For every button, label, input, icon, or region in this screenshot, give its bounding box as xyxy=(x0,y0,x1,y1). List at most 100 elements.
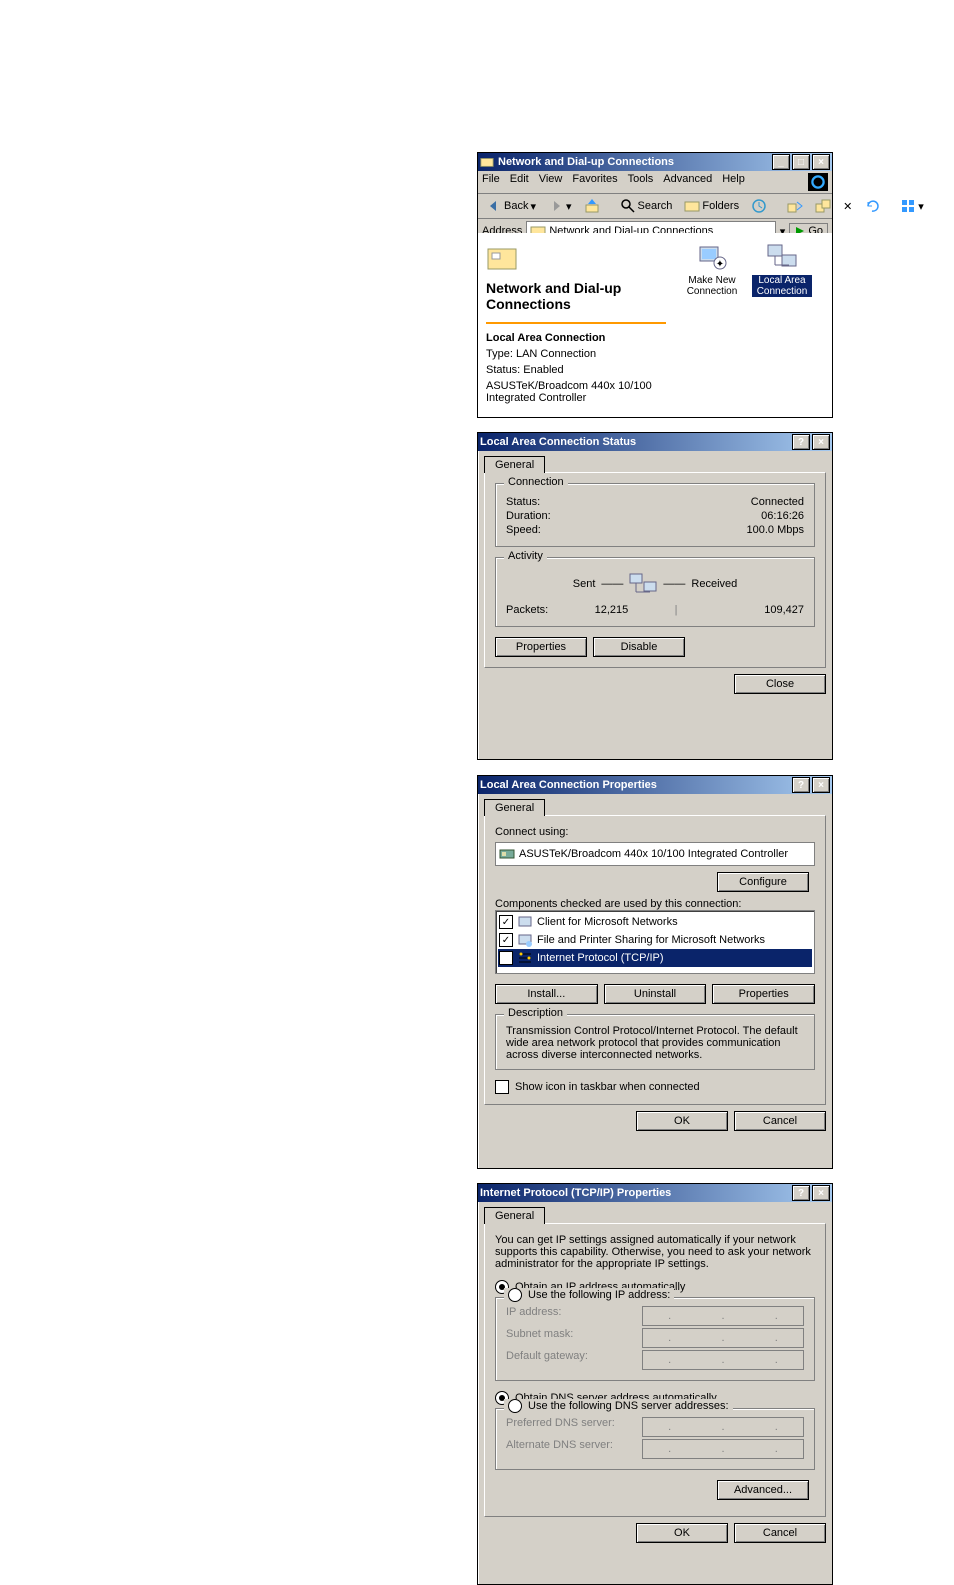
radio-icon[interactable] xyxy=(508,1399,522,1413)
titlebar[interactable]: Local Area Connection Status ? × xyxy=(478,433,832,451)
checkbox-icon[interactable]: ✓ xyxy=(499,951,513,965)
ok-button[interactable]: OK xyxy=(636,1111,728,1131)
duration-label: Duration: xyxy=(506,510,551,522)
throbber-icon xyxy=(808,173,828,191)
menu-file[interactable]: File xyxy=(482,173,500,191)
menu-favorites[interactable]: Favorites xyxy=(572,173,617,191)
description-text: Transmission Control Protocol/Internet P… xyxy=(506,1025,804,1061)
network-connections-window: Network and Dial-up Connections _ □ × Fi… xyxy=(477,152,833,418)
explorer-body: Network and Dial-up Connections Local Ar… xyxy=(478,233,832,417)
pdns-input: ... xyxy=(642,1417,804,1437)
local-area-connection[interactable]: Local Area Connection xyxy=(752,241,812,297)
component-tcpip[interactable]: ✓Internet Protocol (TCP/IP) xyxy=(498,949,812,967)
properties-button[interactable]: Properties xyxy=(495,637,587,657)
search-button[interactable]: Search xyxy=(616,196,677,216)
history-button[interactable] xyxy=(747,196,771,216)
checkbox-icon[interactable]: ✓ xyxy=(499,915,513,929)
menu-tools[interactable]: Tools xyxy=(628,173,654,191)
delete-icon[interactable]: ✕ xyxy=(839,198,856,215)
folder-large-icon xyxy=(486,241,518,273)
install-button[interactable]: Install... xyxy=(495,984,598,1004)
titlebar[interactable]: Internet Protocol (TCP/IP) Properties ? … xyxy=(478,1184,832,1202)
close-button[interactable]: × xyxy=(812,154,830,170)
menu-advanced[interactable]: Advanced xyxy=(663,173,712,191)
adapter-field: ASUSTeK/Broadcom 440x 10/100 Integrated … xyxy=(495,842,815,866)
gateway-label: Default gateway: xyxy=(506,1350,636,1370)
adns-label: Alternate DNS server: xyxy=(506,1439,636,1459)
undo-icon[interactable] xyxy=(860,196,884,216)
disable-button[interactable]: Disable xyxy=(593,637,685,657)
menu-edit[interactable]: Edit xyxy=(510,173,529,191)
tab-general[interactable]: General xyxy=(484,1207,545,1224)
activity-group: Activity Sent —— —— Received Packets: 12… xyxy=(495,557,815,627)
help-button[interactable]: ? xyxy=(792,434,810,450)
ok-button[interactable]: OK xyxy=(636,1523,728,1543)
close-button[interactable]: × xyxy=(812,434,830,450)
help-button[interactable]: ? xyxy=(792,777,810,793)
mask-input: ... xyxy=(642,1328,804,1348)
help-button[interactable]: ? xyxy=(792,1185,810,1201)
duration-value: 06:16:26 xyxy=(761,510,804,522)
menu-help[interactable]: Help xyxy=(722,173,745,191)
checkbox-icon[interactable] xyxy=(495,1080,509,1094)
packets-received: 109,427 xyxy=(678,604,804,616)
line-icon: —— xyxy=(601,578,623,590)
show-icon-label: Show icon in taskbar when connected xyxy=(515,1081,700,1093)
tabpage-general: You can get IP settings assigned automat… xyxy=(484,1223,826,1517)
maximize-button[interactable]: □ xyxy=(792,154,810,170)
manual-dns-group: Use the following DNS server addresses: … xyxy=(495,1408,815,1470)
make-new-connection[interactable]: ✦ Make New Connection xyxy=(682,241,742,297)
properties-button[interactable]: Properties xyxy=(712,984,815,1004)
speed-label: Speed: xyxy=(506,524,541,536)
close-button[interactable]: × xyxy=(812,1185,830,1201)
side-device: ASUSTeK/Broadcom 440x 10/100 Integrated … xyxy=(486,380,666,404)
configure-button[interactable]: Configure xyxy=(717,872,809,892)
menubar: File Edit View Favorites Tools Advanced … xyxy=(478,171,832,194)
adns-input: ... xyxy=(642,1439,804,1459)
window-title: Network and Dial-up Connections xyxy=(498,156,772,168)
close-button[interactable]: × xyxy=(812,777,830,793)
status-label: Status: xyxy=(506,496,540,508)
components-label: Components checked are used by this conn… xyxy=(495,898,815,910)
up-button[interactable] xyxy=(580,196,604,216)
cancel-button[interactable]: Cancel xyxy=(734,1111,826,1131)
ip-label: IP address: xyxy=(506,1306,636,1326)
speed-value: 100.0 Mbps xyxy=(747,524,804,536)
forward-button[interactable]: ▾ xyxy=(544,196,576,216)
uninstall-button[interactable]: Uninstall xyxy=(604,984,707,1004)
component-fileshare[interactable]: ✓File and Printer Sharing for Microsoft … xyxy=(498,931,812,949)
components-list[interactable]: ✓Client for Microsoft Networks ✓File and… xyxy=(495,910,815,974)
cancel-button[interactable]: Cancel xyxy=(734,1523,826,1543)
moveto-icon[interactable] xyxy=(783,196,807,216)
folders-button[interactable]: Folders xyxy=(680,196,743,216)
advanced-button[interactable]: Advanced... xyxy=(717,1480,809,1500)
computers-icon xyxy=(629,572,657,596)
radio-icon[interactable] xyxy=(508,1288,522,1302)
radio-use-dns[interactable]: Use the following DNS server addresses: xyxy=(508,1399,729,1413)
minimize-button[interactable]: _ xyxy=(772,154,790,170)
copyto-icon[interactable] xyxy=(811,196,835,216)
component-client[interactable]: ✓Client for Microsoft Networks xyxy=(498,913,812,931)
line-icon: —— xyxy=(663,578,685,590)
svg-text:✦: ✦ xyxy=(716,259,724,270)
intro-text: You can get IP settings assigned automat… xyxy=(495,1234,815,1270)
close-button[interactable]: Close xyxy=(734,674,826,694)
menu-view[interactable]: View xyxy=(539,173,563,191)
folder-icon xyxy=(480,155,494,169)
received-label: Received xyxy=(691,578,737,590)
client-icon xyxy=(517,914,533,930)
back-button[interactable]: Back ▾ xyxy=(482,196,540,216)
checkbox-icon[interactable]: ✓ xyxy=(499,933,513,947)
tab-general[interactable]: General xyxy=(484,799,545,816)
views-button[interactable]: ▾ xyxy=(896,196,928,216)
show-icon-row[interactable]: Show icon in taskbar when connected xyxy=(495,1080,815,1094)
connect-using-label: Connect using: xyxy=(495,826,815,838)
titlebar[interactable]: Local Area Connection Properties ? × xyxy=(478,776,832,794)
tab-general[interactable]: General xyxy=(484,456,545,473)
connection-group: Connection Status:Connected Duration:06:… xyxy=(495,483,815,547)
tcpip-properties-window: Internet Protocol (TCP/IP) Properties ? … xyxy=(477,1183,833,1585)
radio-use-ip[interactable]: Use the following IP address: xyxy=(508,1288,670,1302)
side-pane: Network and Dial-up Connections Local Ar… xyxy=(478,233,674,417)
titlebar[interactable]: Network and Dial-up Connections _ □ × xyxy=(478,153,832,171)
tabpage-general: Connection Status:Connected Duration:06:… xyxy=(484,472,826,668)
